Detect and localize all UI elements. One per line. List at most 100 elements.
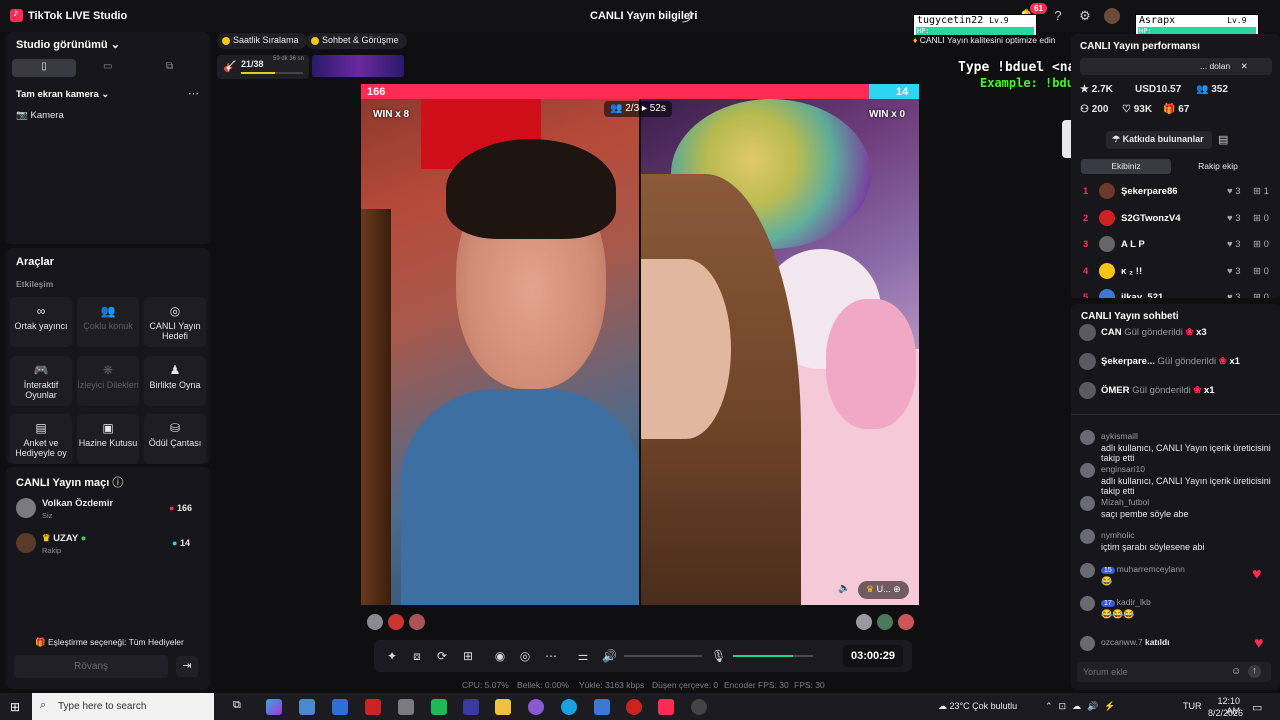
contributor-likes: ♥ 3 (1227, 265, 1241, 277)
comment-input[interactable] (1077, 662, 1271, 682)
chat-avatar (1080, 636, 1095, 651)
notification-center-icon[interactable]: ▭ (1252, 701, 1262, 714)
gift-row[interactable]: Şekerpare... Gül gönderildi ❀ x1 (1079, 351, 1275, 373)
filter-icon[interactable]: ⟳ (435, 649, 449, 663)
camera-source-item[interactable]: 📷 Kamera (16, 110, 64, 121)
tab-rival-team[interactable]: Rakip ekip (1172, 159, 1264, 174)
poll-tool[interactable]: ▤ Anket ve Hediyeyle oy (10, 414, 72, 464)
speaker-volume-slider[interactable] (624, 655, 702, 657)
help-icon[interactable]: ? (1050, 8, 1066, 24)
player-avatar (16, 533, 36, 553)
layout-icon[interactable]: ⧈ (410, 649, 424, 663)
store-icon[interactable] (299, 699, 315, 715)
tab-your-team[interactable]: Ekibiniz (1081, 159, 1171, 174)
list-icon[interactable]: ▤ (1218, 133, 1228, 146)
contributor-row[interactable]: 1 Şekerpare86 ♥ 3 ⊞ 1 (1079, 181, 1275, 203)
profile-avatar[interactable] (1104, 8, 1120, 24)
clock-date[interactable]: 8/2/2026 (1208, 708, 1243, 718)
viewer-wishes-tool[interactable]: ❋ İzleyici Dilekleri (77, 356, 139, 406)
live-goal-tool[interactable]: ◎ CANLI Yayın Hedefi (144, 297, 206, 347)
opera-icon[interactable] (626, 699, 642, 715)
interactive-games-tool[interactable]: 🎮 İnteraktif Oyunlar (10, 356, 72, 406)
outlook-icon[interactable] (332, 699, 348, 715)
chat-avatar (1080, 463, 1095, 478)
match-option[interactable]: 🎁 Eşleştirme seçeneği: Tüm Hediyeler (35, 637, 184, 648)
app-icon[interactable] (365, 699, 381, 715)
contributor-row[interactable]: 4 ĸ ₂ !! ♥ 3 ⊞ 0 (1079, 261, 1275, 283)
supporter-avatar[interactable] (856, 614, 872, 630)
app-icon[interactable] (594, 699, 610, 715)
gift-row[interactable]: ÖMER Gül gönderildi ❀ x1 (1079, 380, 1275, 402)
tiktok-live-studio-icon[interactable] (658, 699, 674, 715)
rematch-button[interactable]: Rövanş (14, 655, 168, 678)
app-icon[interactable] (691, 699, 707, 715)
camera-switch-icon[interactable]: ◎ (518, 649, 532, 663)
camera-source-title[interactable]: Tam ekran kamera ⌄ (16, 89, 109, 100)
contributors-button[interactable]: ☂ Katkıda bulunanlar (1106, 131, 1212, 149)
memory-stat: Bellek: 0.00% (517, 680, 569, 690)
input-language[interactable]: TUR (1183, 701, 1202, 711)
app-icon[interactable] (431, 699, 447, 715)
weather[interactable]: ☁ 23°C Çok bulutlu (938, 701, 1017, 712)
rival-host-tag[interactable]: ♛ U... ⊕ (858, 581, 909, 599)
supporter-avatar[interactable] (367, 614, 383, 630)
contributor-likes: ♥ 3 (1227, 212, 1241, 224)
more-options-icon[interactable]: ⋯ (188, 87, 199, 100)
player-score: ● 166 (169, 503, 192, 513)
multi-guest-tool[interactable]: 👥 Çoklu konuk (77, 297, 139, 347)
taskbar-search[interactable]: ⌕ Type here to search (32, 693, 214, 720)
app-icon[interactable] (463, 699, 479, 715)
effects-icon[interactable]: ✦ (385, 649, 399, 663)
edge-icon[interactable] (561, 699, 577, 715)
multi-layout-button[interactable]: ⧉ (166, 61, 173, 72)
scene-title[interactable]: Studio görünümü ⌄ (16, 38, 120, 51)
info-icon[interactable]: ⓘ (112, 477, 123, 489)
copilot-icon[interactable] (266, 699, 282, 715)
share-icon[interactable]: ⤴ (682, 8, 696, 24)
camera-icon: 📷 (16, 110, 28, 121)
portrait-layout-button[interactable]: ▯ (12, 59, 76, 77)
play-together-tool[interactable]: ♟ Birlikte Oyna (144, 356, 206, 406)
chat-call-chip[interactable]: Sohbet & Görüşme (306, 33, 407, 49)
more-icon[interactable]: ⋯ (544, 649, 558, 663)
task-view-icon[interactable]: ⧉ (233, 699, 249, 715)
quality-tip[interactable]: ♦ CANLI Yayın kalitesini optimize edin (913, 35, 1055, 45)
notification-badge: 61 (1030, 3, 1047, 14)
gift-icon: ☂ (1112, 134, 1121, 144)
emoji-icon[interactable]: ☺ (1231, 666, 1241, 677)
perf-banner[interactable]: ... dolan ✕ (1080, 58, 1272, 75)
mic-volume-slider[interactable] (733, 655, 813, 657)
contributor-row[interactable]: 2 S2GTwonzV4 ♥ 3 ⊞ 0 (1079, 208, 1275, 230)
close-icon[interactable]: ✕ (1241, 61, 1248, 71)
send-icon[interactable]: ↑ (1248, 665, 1261, 678)
contributor-likes: ♥ 3 (1227, 239, 1241, 250)
app-icon[interactable] (528, 699, 544, 715)
hourly-ranking-chip[interactable]: Saatlik Sıralama (217, 33, 307, 49)
rank-progress-box[interactable]: 🎸 21/38 59 dk 36 sn (217, 55, 309, 79)
mixer-icon[interactable]: ⚌ (576, 649, 590, 663)
contributor-row[interactable]: 3 A L P ♥ 3 ⊞ 0 (1079, 234, 1275, 256)
reward-bag-tool[interactable]: ⛁ Ödül Çantası (144, 414, 206, 464)
co-host-tool[interactable]: ∞ Ortak yayıncı (10, 297, 72, 347)
supporter-avatar[interactable] (388, 614, 404, 630)
treasure-box-tool[interactable]: ▣ Hazine Kutusu (77, 414, 139, 464)
player-name: ♛ UZAY ● (42, 533, 87, 544)
microphone-icon[interactable]: 🎙 (711, 649, 726, 663)
file-explorer-icon[interactable] (495, 699, 511, 715)
event-banner[interactable] (312, 55, 404, 77)
landscape-layout-button[interactable]: ▭ (103, 61, 112, 72)
gift-row[interactable]: CAN Gül gönderildi ❀ x3 (1079, 322, 1275, 344)
windows-start-icon[interactable]: ⊞ (10, 700, 20, 714)
supporter-avatar[interactable] (409, 614, 425, 630)
chat-divider (1071, 414, 1280, 415)
exit-match-icon[interactable]: ⇥ (176, 656, 198, 677)
record-icon[interactable]: ◉ (493, 649, 507, 663)
settings-gear-icon[interactable]: ⚙ (1077, 8, 1093, 24)
supporter-avatar[interactable] (877, 614, 893, 630)
app-icon[interactable] (398, 699, 414, 715)
volume-icon[interactable]: 🔈 (838, 583, 850, 594)
speaker-icon[interactable]: 🔊 (602, 649, 617, 663)
supporter-avatar[interactable] (898, 614, 914, 630)
system-tray-icons[interactable]: ⌃⊡☁🔊⚡ (1045, 701, 1122, 712)
add-scene-icon[interactable]: ⊞ (461, 649, 475, 663)
